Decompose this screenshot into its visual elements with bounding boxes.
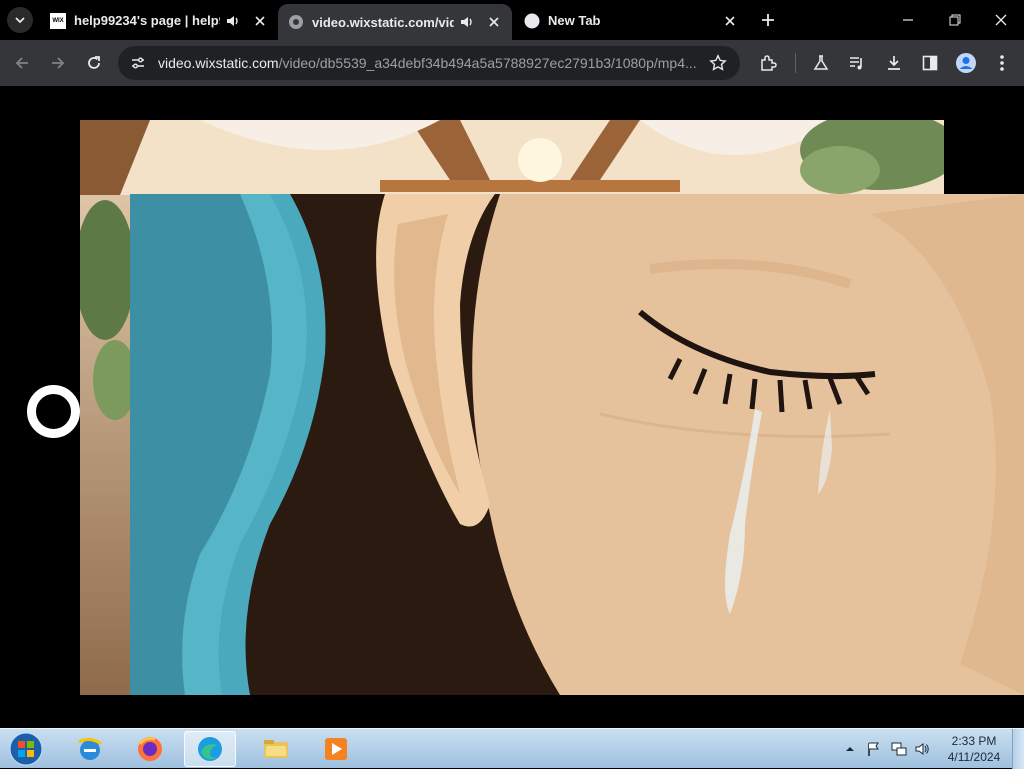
wix-logo-text: WIX <box>52 17 64 24</box>
download-icon <box>888 56 900 70</box>
chevron-down-icon <box>15 17 25 24</box>
close-tab-icon[interactable] <box>252 15 268 26</box>
reload-button[interactable] <box>80 49 108 77</box>
edge-icon <box>198 737 222 761</box>
volume-button[interactable] <box>912 729 932 769</box>
puzzle-icon <box>761 55 777 71</box>
restore-icon <box>949 14 961 26</box>
site-info-icon[interactable] <box>124 49 152 77</box>
browser-toolbar: video.wixstatic.com/video/db5539_a34debf… <box>0 40 1024 86</box>
tab-title: video.wixstatic.com/video/db5539_a34debf… <box>312 14 454 30</box>
close-icon <box>995 14 1007 26</box>
close-window-button[interactable] <box>981 4 1021 36</box>
reload-icon <box>88 56 100 69</box>
show-desktop-button[interactable] <box>1012 729 1024 769</box>
more-vert-icon <box>1000 55 1004 71</box>
side-panel-icon <box>922 55 938 71</box>
page-content <box>0 86 1024 728</box>
windows-orb-icon <box>9 732 43 766</box>
arrow-left-icon <box>15 57 28 69</box>
url-text[interactable]: video.wixstatic.com/video/db5539_a34debf… <box>158 55 704 71</box>
file-explorer-icon <box>264 740 288 758</box>
extensions-button[interactable] <box>754 49 782 77</box>
back-button[interactable] <box>8 49 36 77</box>
tab-new-tab[interactable]: New Tab <box>514 4 748 37</box>
new-tab-button[interactable] <box>756 8 780 32</box>
loading-spinner <box>27 385 80 438</box>
wix-logo-icon: WIX <box>50 12 66 29</box>
taskbar-file-explorer[interactable] <box>250 731 302 767</box>
minimize-button[interactable] <box>888 4 928 36</box>
taskbar-internet-explorer[interactable] <box>64 731 116 767</box>
tab-title: help99234's page | help99234 <box>74 13 220 28</box>
url-path: /video/db5539_a34debf34b494a5a5788927ec2… <box>278 55 697 71</box>
chrome-newtab-icon <box>524 13 540 29</box>
close-tab-icon[interactable] <box>722 15 738 26</box>
show-hidden-icons-button[interactable] <box>842 729 858 769</box>
firefox-icon <box>138 737 162 761</box>
menu-button[interactable] <box>988 49 1016 77</box>
toolbar-divider <box>795 53 796 73</box>
taskbar-firefox[interactable] <box>124 731 176 767</box>
profile-button[interactable] <box>952 49 980 77</box>
crying-face-illustration <box>130 194 1024 695</box>
clock-date: 4/11/2024 <box>947 750 1001 764</box>
windows-taskbar: 2:33 PM 4/11/2024 <box>0 728 1024 769</box>
taskbar-media-player[interactable] <box>310 731 362 767</box>
network-button[interactable] <box>888 729 910 769</box>
start-button[interactable] <box>6 731 46 767</box>
forward-button[interactable] <box>44 49 72 77</box>
flag-icon <box>868 742 879 756</box>
flask-icon <box>813 55 829 70</box>
url-domain: video.wixstatic.com <box>158 55 279 71</box>
bookmark-star-icon[interactable] <box>704 49 732 77</box>
side-panel-button[interactable] <box>916 49 944 77</box>
plus-icon <box>762 14 774 26</box>
media-player-icon <box>325 738 347 760</box>
action-center-button[interactable] <box>864 729 884 769</box>
media-controls-button[interactable] <box>843 49 871 77</box>
profile-avatar-icon <box>956 53 976 73</box>
globe-icon <box>288 14 304 30</box>
clock-time: 2:33 PM <box>951 734 997 748</box>
speaker-icon[interactable] <box>460 15 476 29</box>
arrow-right-icon <box>52 57 65 69</box>
downloads-button[interactable] <box>880 49 908 77</box>
minimize-icon <box>903 19 913 21</box>
tab-strip: WIX help99234's page | help99234 video.w… <box>0 0 1024 40</box>
tab-help99234[interactable]: WIX help99234's page | help99234 <box>40 4 278 37</box>
address-bar[interactable]: video.wixstatic.com/video/db5539_a34debf… <box>118 46 740 80</box>
speaker-icon[interactable] <box>226 14 242 28</box>
speaker-icon <box>915 743 929 755</box>
internet-explorer-icon <box>78 737 102 760</box>
video-player-overlay[interactable] <box>130 194 1024 695</box>
tab-video-wixstatic[interactable]: video.wixstatic.com/video/db5539_a34debf… <box>278 4 512 40</box>
tab-search-button[interactable] <box>7 7 33 33</box>
system-clock[interactable]: 2:33 PM 4/11/2024 <box>936 733 1012 765</box>
chevron-up-icon <box>846 747 854 751</box>
tab-title: New Tab <box>548 13 601 28</box>
labs-button[interactable] <box>807 49 835 77</box>
close-tab-icon[interactable] <box>486 17 502 27</box>
taskbar-edge[interactable] <box>184 731 236 767</box>
playlist-music-icon <box>850 57 862 70</box>
restore-button[interactable] <box>935 4 975 36</box>
network-icon <box>891 742 907 756</box>
